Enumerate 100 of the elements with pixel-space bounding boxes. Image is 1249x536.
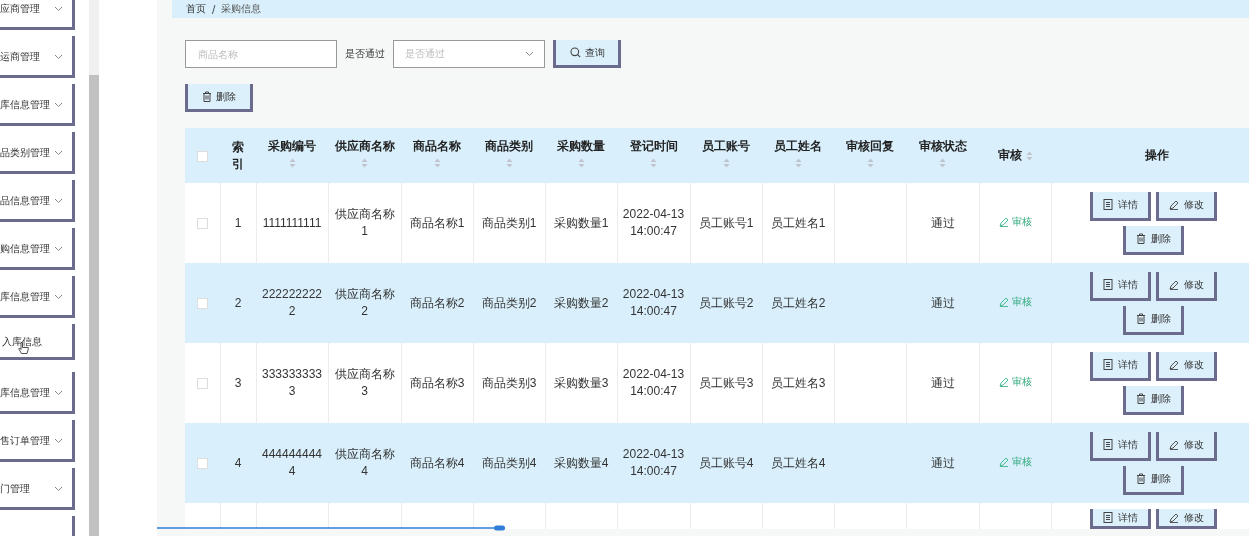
table-cell: 4 (234, 455, 242, 470)
trash-icon (1135, 393, 1146, 404)
chevron-down-icon (54, 54, 63, 60)
table-cell: 员工账号3 (698, 375, 754, 390)
trash-icon (1135, 473, 1146, 484)
table-cell: 供应商名称2 (334, 287, 395, 318)
details-button[interactable]: 详情 (1089, 191, 1151, 221)
trash-icon (1135, 313, 1146, 324)
search-icon (569, 47, 581, 58)
table-cell: 采购数量2 (553, 295, 609, 310)
sort-icon[interactable] (288, 157, 296, 168)
delete-button[interactable]: 删除 (1122, 225, 1184, 255)
column-header: 采购数量 (557, 137, 605, 155)
pencil-icon (1168, 512, 1179, 523)
details-button[interactable]: 详情 (1089, 509, 1151, 529)
table-cell: 员工姓名3 (770, 375, 826, 390)
details-button[interactable]: 详情 (1089, 271, 1151, 301)
table-cell: 商品类别1 (481, 215, 537, 230)
pencil-icon (1168, 359, 1179, 370)
sort-icon[interactable] (939, 157, 946, 168)
chevron-down-icon (54, 438, 63, 444)
field-label: 是否通过 (345, 47, 385, 61)
delete-button[interactable]: 删除 (185, 84, 253, 112)
column-header: 员工账号 (702, 137, 750, 155)
menu-item[interactable]: 库信息管理 (0, 84, 75, 126)
sort-icon[interactable] (433, 157, 441, 168)
chevron-down-icon (54, 6, 63, 12)
sort-icon[interactable] (505, 157, 513, 168)
checkbox[interactable] (197, 150, 208, 162)
trash-icon (202, 91, 212, 102)
table-cell: 4444444444 (261, 447, 323, 478)
sort-icon[interactable] (866, 157, 874, 168)
delete-button[interactable]: 删除 (1122, 305, 1184, 335)
column-header: 登记时间 (629, 137, 678, 155)
table-cell: 1 (234, 215, 242, 230)
menu-item[interactable]: 运商管理 (0, 36, 75, 78)
checkbox[interactable] (196, 457, 208, 469)
checkbox[interactable] (196, 377, 208, 389)
menu-item[interactable]: 售订单管理 (0, 420, 75, 462)
table-cell: 供应商名称4 (334, 447, 395, 478)
menu-item[interactable]: 品类别管理 (0, 132, 75, 174)
table-cell: 2 (234, 295, 242, 310)
breadcrumb-separator: / (212, 3, 216, 15)
sort-icon[interactable] (650, 157, 657, 168)
document-icon (1102, 199, 1113, 210)
menu-item[interactable]: 库信息管理 (0, 276, 75, 318)
sort-icon[interactable] (361, 157, 368, 168)
delete-button[interactable]: 删除 (1122, 385, 1184, 415)
pencil-icon (1168, 279, 1179, 290)
table-cell: 供应商名称3 (334, 367, 395, 398)
column-header: 操作 (1145, 148, 1169, 162)
table-cell: 员工姓名1 (770, 215, 826, 230)
checkbox[interactable] (196, 217, 208, 229)
pencil-icon (998, 216, 1009, 227)
pencil-icon (998, 376, 1009, 387)
sort-icon[interactable] (722, 157, 730, 168)
search-button[interactable]: 查询 (553, 40, 621, 68)
menu-item[interactable]: 门管理 (0, 468, 75, 510)
edit-button[interactable]: 修改 (1155, 351, 1217, 381)
table-cell: 3 (234, 375, 242, 390)
edit-button[interactable]: 修改 (1155, 509, 1217, 529)
edit-button[interactable]: 修改 (1155, 271, 1217, 301)
sort-icon[interactable] (577, 157, 585, 168)
edit-button[interactable]: 修改 (1155, 431, 1217, 461)
table-cell: 采购数量4 (553, 455, 609, 470)
column-header: 供应商名称 (334, 137, 395, 155)
sort-icon[interactable] (1025, 150, 1033, 161)
table-cell: 商品类别2 (481, 295, 537, 310)
trash-icon (1135, 233, 1146, 244)
menu-item[interactable]: 库信息管理 (0, 372, 75, 414)
chevron-down-icon (54, 150, 63, 156)
breadcrumb-link[interactable]: 首页 (186, 2, 206, 16)
chevron-down-icon (54, 390, 63, 396)
delete-button[interactable]: 删除 (1122, 465, 1184, 495)
submenu-item[interactable]: 入库信息 (0, 324, 75, 360)
column-header: 商品类别 (485, 137, 533, 155)
document-icon (1102, 439, 1113, 450)
table-cell: 通过 (930, 375, 955, 390)
column-header: 商品名称 (413, 137, 461, 155)
chevron-down-icon (54, 246, 63, 252)
column-header: 采购编号 (268, 137, 316, 155)
table-cell: 采购数量1 (553, 215, 609, 230)
menu-item[interactable]: 应商管理 (0, 0, 75, 30)
document-icon (1102, 359, 1113, 370)
checkbox[interactable] (196, 297, 208, 309)
menu-item[interactable]: 品信息管理 (0, 180, 75, 222)
details-button[interactable]: 详情 (1089, 351, 1151, 381)
sort-icon[interactable] (794, 157, 802, 168)
pencil-icon (998, 296, 1009, 307)
document-icon (1102, 279, 1113, 290)
details-button[interactable]: 详情 (1089, 431, 1151, 461)
table-cell: 商品名称2 (409, 295, 465, 310)
menu-item[interactable]: 购信息管理 (0, 228, 75, 270)
document-icon (1102, 512, 1113, 523)
table-cell: 2222222222 (261, 287, 323, 318)
pencil-icon (1168, 199, 1179, 210)
table-cell: 2022-04-13 14:00:47 (622, 207, 685, 238)
edit-button[interactable]: 修改 (1155, 191, 1217, 221)
pencil-icon (1168, 439, 1179, 450)
column-header: 索引 (232, 139, 244, 171)
